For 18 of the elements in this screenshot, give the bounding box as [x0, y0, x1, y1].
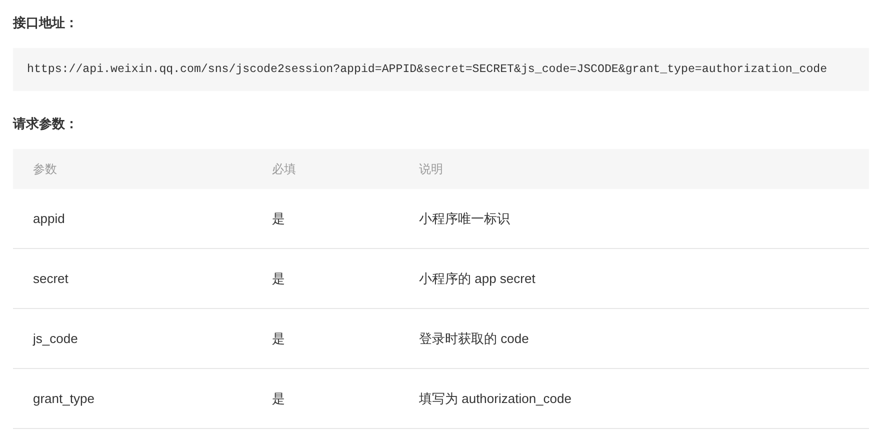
table-cell: grant_type [13, 369, 252, 429]
table-cell: 填写为 authorization_code [399, 369, 869, 429]
table-cell: 是 [252, 189, 399, 249]
table-cell: appid [13, 189, 252, 249]
table-cell: secret [13, 249, 252, 309]
column-header: 必填 [252, 149, 399, 189]
table-cell: 是 [252, 369, 399, 429]
table-cell: 小程序的 app secret [399, 249, 869, 309]
section-heading: 接口地址： [13, 14, 79, 33]
table-cell: js_code [13, 309, 252, 369]
column-header: 参数 [13, 149, 252, 189]
section-heading: 请求参数： [13, 116, 79, 134]
table-cell: 登录时获取的 code [399, 309, 869, 369]
table-cell: 是 [252, 309, 399, 369]
column-header: 说明 [399, 149, 869, 189]
table-cell: 小程序唯一标识 [399, 189, 869, 249]
table-cell: 是 [252, 249, 399, 309]
code-block: https://api.weixin.qq.com/sns/jscode2session?appid=APPID&secret=SECRET&js_code=JSCODE&grant_type=authorization_code [13, 48, 869, 91]
